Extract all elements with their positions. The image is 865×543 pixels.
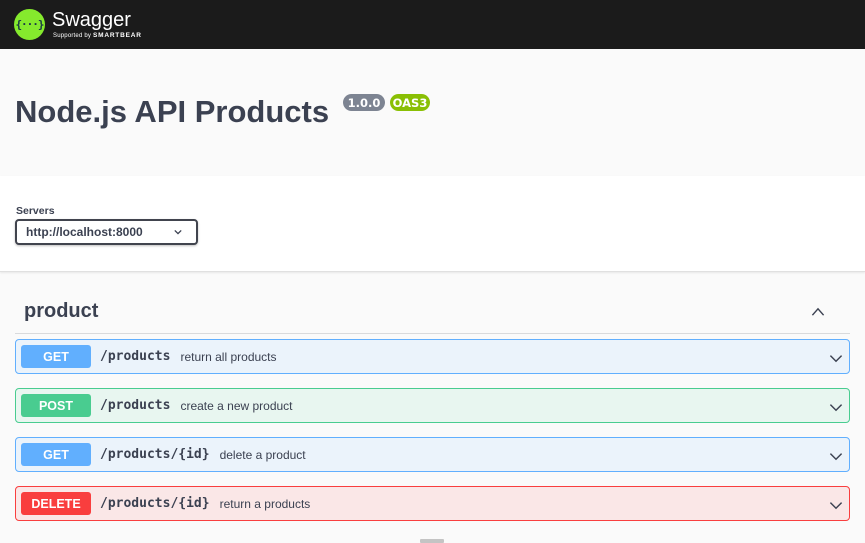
chevron-down-icon <box>174 229 182 235</box>
scheme-container: Servers http://localhost:8000 <box>0 176 865 272</box>
operation-summary: delete a product <box>219 447 306 462</box>
operation-get-product-by-id[interactable]: GET /products/{id} delete a product <box>15 437 850 472</box>
method-badge: DELETE <box>21 492 91 515</box>
chevron-down-icon[interactable] <box>828 448 844 464</box>
servers-selected-value: http://localhost:8000 <box>26 225 143 239</box>
method-badge: GET <box>21 345 91 368</box>
logo-text: Swagger Supported by SMARTBEAR <box>52 10 142 39</box>
operation-get-products[interactable]: GET /products return all products <box>15 339 850 374</box>
method-badge: GET <box>21 443 91 466</box>
operation-path: /products/{id} <box>100 496 210 511</box>
chevron-down-icon[interactable] <box>828 497 844 513</box>
chevron-down-icon[interactable] <box>828 399 844 415</box>
chevron-down-icon[interactable] <box>828 350 844 366</box>
operation-path: /products <box>100 349 171 364</box>
method-badge: POST <box>21 394 91 417</box>
operation-path: /products <box>100 398 171 413</box>
servers-label: Servers <box>16 205 55 217</box>
tag-title: product <box>24 300 99 322</box>
swagger-logo-icon: {···} <box>14 9 45 40</box>
operation-summary: return a products <box>219 496 311 511</box>
logo-title: Swagger <box>52 9 131 31</box>
scroll-handle[interactable] <box>420 539 444 543</box>
operation-path: /products/{id} <box>100 447 210 462</box>
api-info: Node.js API Products 1.0.0 OAS3 <box>0 49 865 176</box>
logo-subtitle: Supported by SMARTBEAR <box>53 32 142 39</box>
topbar: {···} Swagger Supported by SMARTBEAR <box>0 0 865 49</box>
chevron-up-icon[interactable] <box>810 304 826 320</box>
version-badge: 1.0.0 <box>343 94 385 111</box>
operation-delete-product-by-id[interactable]: DELETE /products/{id} return a products <box>15 486 850 521</box>
operation-summary: return all products <box>180 349 277 364</box>
operation-summary: create a new product <box>180 398 293 413</box>
logo-sub-prefix: Supported by <box>53 33 92 39</box>
oas-badge: OAS3 <box>390 94 430 111</box>
logo-sub-brand: SMARTBEAR <box>92 32 142 39</box>
servers-select[interactable]: http://localhost:8000 <box>15 219 198 245</box>
operation-post-products[interactable]: POST /products create a new product <box>15 388 850 423</box>
api-title: Node.js API Products <box>15 94 330 129</box>
swagger-logo-link[interactable]: {···} Swagger Supported by SMARTBEAR <box>14 9 142 40</box>
tag-header-product[interactable]: product <box>15 294 850 334</box>
